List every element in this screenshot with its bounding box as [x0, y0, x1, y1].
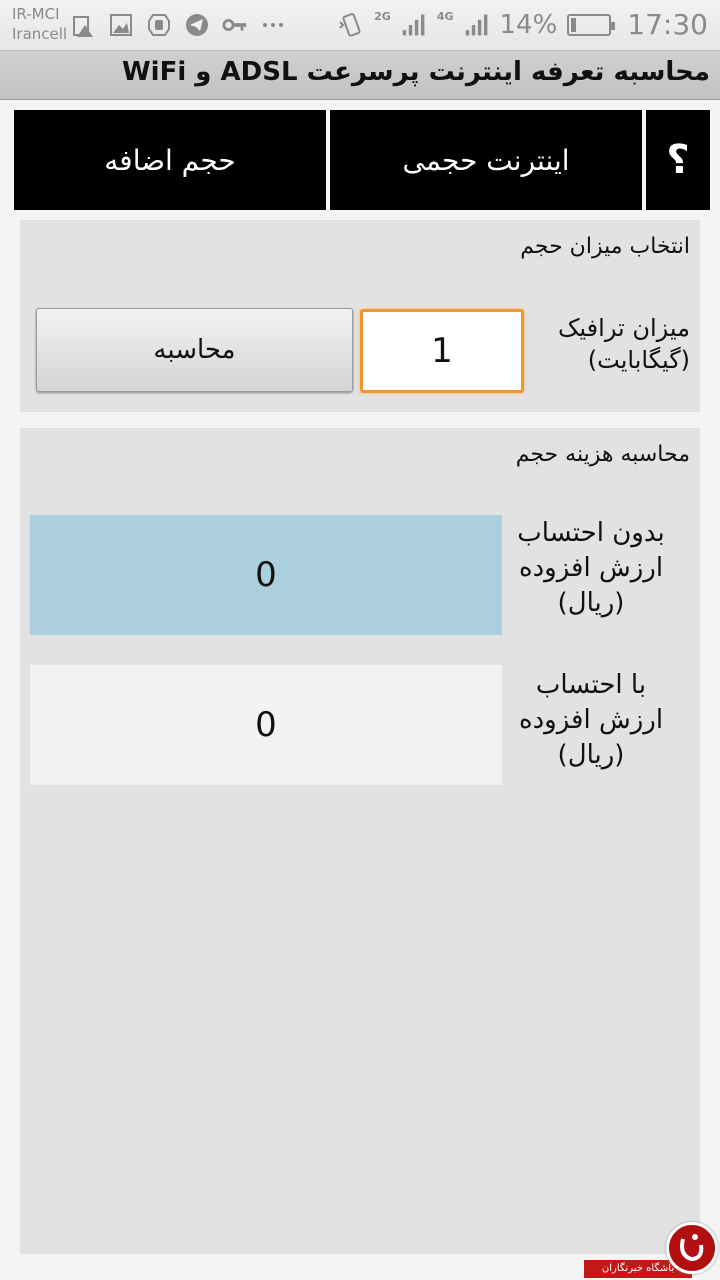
battery-level — [571, 17, 577, 32]
help-button[interactable]: ؟ — [646, 110, 710, 210]
with-vat-label-line-1: با احتساب — [535, 670, 647, 700]
network-4g-label: 4G — [436, 10, 454, 23]
tab-extra-volume[interactable]: حجم اضافه — [14, 110, 326, 210]
carrier-name: IR-MCI Irancell — [12, 4, 67, 44]
key-icon — [222, 12, 248, 38]
status-bar: IR-MCI Irancell 2G 4G 14% 17:30 — [0, 0, 720, 50]
traffic-label-line-1: میزان ترافیک — [557, 314, 690, 342]
battery-percent: 14% — [499, 9, 558, 40]
cost-calculation-title: محاسبه هزینه حجم — [515, 442, 690, 467]
signal-icon — [464, 12, 490, 38]
vibrate-icon — [338, 12, 364, 38]
carrier-line-1: IR-MCI — [12, 5, 60, 23]
watermark-logo: باشگاه خبرنگاران — [584, 1218, 720, 1280]
with-vat-label-line-3: (ریال) — [557, 740, 625, 770]
tab-volume-internet[interactable]: اینترنت حجمی — [330, 110, 642, 210]
traffic-label: میزان ترافیک (گیگابایت) — [530, 312, 690, 376]
system-status: 2G 4G 14% 17:30 — [338, 8, 708, 41]
more-icon — [260, 12, 286, 38]
volume-selection-title: انتخاب میزان حجم — [520, 234, 690, 259]
app-title: محاسبه تعرفه اینترنت پرسرعت ADSL و WiFi — [121, 57, 710, 87]
traffic-label-line-2: (گیگابایت) — [587, 346, 690, 374]
warning-icon — [70, 12, 96, 38]
telegram-icon — [184, 12, 210, 38]
signal-icon — [401, 12, 427, 38]
tab-bar: حجم اضافه اینترنت حجمی ؟ — [14, 110, 710, 210]
app-title-bar: محاسبه تعرفه اینترنت پرسرعت ADSL و WiFi — [0, 50, 720, 100]
image-icon — [108, 12, 134, 38]
without-vat-label-line-3: (ریال) — [557, 588, 625, 618]
notification-icons — [70, 12, 286, 38]
without-vat-label-line-2: ارزش افزوده — [518, 553, 664, 583]
calculate-button[interactable]: محاسبه — [36, 308, 353, 392]
traffic-amount-input[interactable] — [360, 309, 524, 393]
carrier-line-2: Irancell — [12, 25, 68, 43]
hand-icon — [146, 12, 172, 38]
network-2g-label: 2G — [374, 10, 391, 23]
with-vat-label: با احتساب ارزش افزوده (ریال) — [506, 668, 676, 773]
watermark-emblem-icon — [666, 1222, 718, 1274]
battery-icon — [567, 13, 616, 36]
with-vat-value: 0 — [30, 665, 502, 785]
without-vat-value: 0 — [30, 515, 502, 635]
with-vat-label-line-2: ارزش افزوده — [518, 705, 664, 735]
cost-calculation-panel: محاسبه هزینه حجم بدون احتساب ارزش افزوده… — [20, 428, 700, 1254]
without-vat-label-line-1: بدون احتساب — [517, 518, 665, 548]
volume-selection-panel: انتخاب میزان حجم میزان ترافیک (گیگابایت)… — [20, 220, 700, 412]
without-vat-label: بدون احتساب ارزش افزوده (ریال) — [506, 516, 676, 621]
clock: 17:30 — [627, 8, 708, 41]
